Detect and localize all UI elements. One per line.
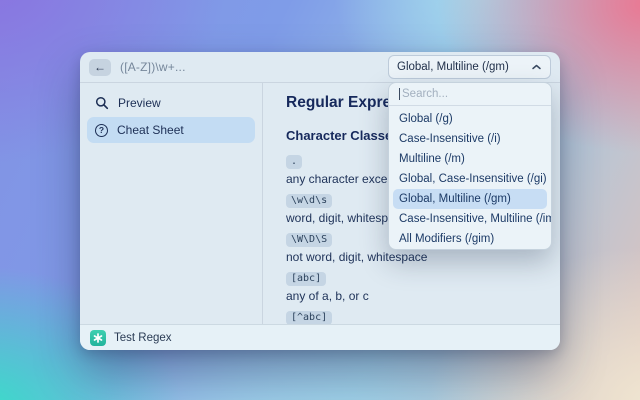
back-arrow-icon: ← (94, 61, 106, 73)
dropdown-option-all-modifiers[interactable]: All Modifiers (/gim) (393, 229, 547, 249)
regex-code-badge: [^abc] (286, 311, 332, 324)
dropdown-option-global-multiline[interactable]: Global, Multiline (/gm) (393, 189, 547, 209)
regex-code-badge: \W\D\S (286, 233, 332, 247)
dropdown-option-global[interactable]: Global (/g) (393, 109, 547, 129)
modifier-dropdown-value: Global, Multiline (/gm) (397, 61, 509, 73)
cheat-entry: [^abc] not a, b, or c (286, 307, 560, 324)
modifier-dropdown-button[interactable]: Global, Multiline (/gm) (388, 55, 551, 79)
cheat-entry: [abc] any of a, b, or c (286, 268, 560, 303)
text-caret (399, 88, 400, 100)
window-header: ← ([A-Z])\w+... Global, Multiline (/gm) (80, 52, 560, 83)
sidebar-item-label: Preview (118, 96, 161, 110)
sidebar-item-preview[interactable]: Preview (87, 90, 255, 116)
dropdown-option-case-insensitive[interactable]: Case-Insensitive (/i) (393, 129, 547, 149)
dropdown-option-list: Global (/g) Case-Insensitive (/i) Multil… (389, 106, 551, 250)
regex-code-badge: \w\d\s (286, 194, 332, 208)
sidebar-item-label: Cheat Sheet (117, 123, 184, 137)
regex-code-badge: [abc] (286, 272, 326, 286)
sidebar: Preview ? Cheat Sheet (80, 83, 263, 324)
regex-code-description: any of a, b, or c (286, 289, 560, 303)
sidebar-item-cheat-sheet[interactable]: ? Cheat Sheet (87, 117, 255, 143)
chevron-up-icon (531, 63, 542, 71)
question-circle-icon: ? (95, 124, 108, 137)
app-window: ← ([A-Z])\w+... Global, Multiline (/gm) … (80, 52, 560, 350)
magnifier-icon (95, 96, 109, 110)
primary-action-label[interactable]: Test Regex (114, 332, 172, 344)
regex-code-badge: . (286, 155, 302, 169)
dropdown-option-case-insensitive-multiline[interactable]: Case-Insensitive, Multiline (/im) (393, 209, 547, 229)
dropdown-search-field[interactable]: Search... (389, 83, 551, 106)
action-bar: Test Regex (80, 324, 560, 350)
regex-pattern-text: ([A-Z])\w+... (120, 60, 186, 74)
modifier-dropdown-menu: Search... Global (/g) Case-Insensitive (… (388, 82, 552, 250)
back-button[interactable]: ← (89, 59, 111, 76)
dropdown-option-global-case-insensitive[interactable]: Global, Case-Insensitive (/gi) (393, 169, 547, 189)
app-asterisk-icon (90, 330, 106, 346)
dropdown-option-multiline[interactable]: Multiline (/m) (393, 149, 547, 169)
regex-code-description: not word, digit, whitespace (286, 250, 560, 264)
search-placeholder: Search... (402, 88, 448, 100)
